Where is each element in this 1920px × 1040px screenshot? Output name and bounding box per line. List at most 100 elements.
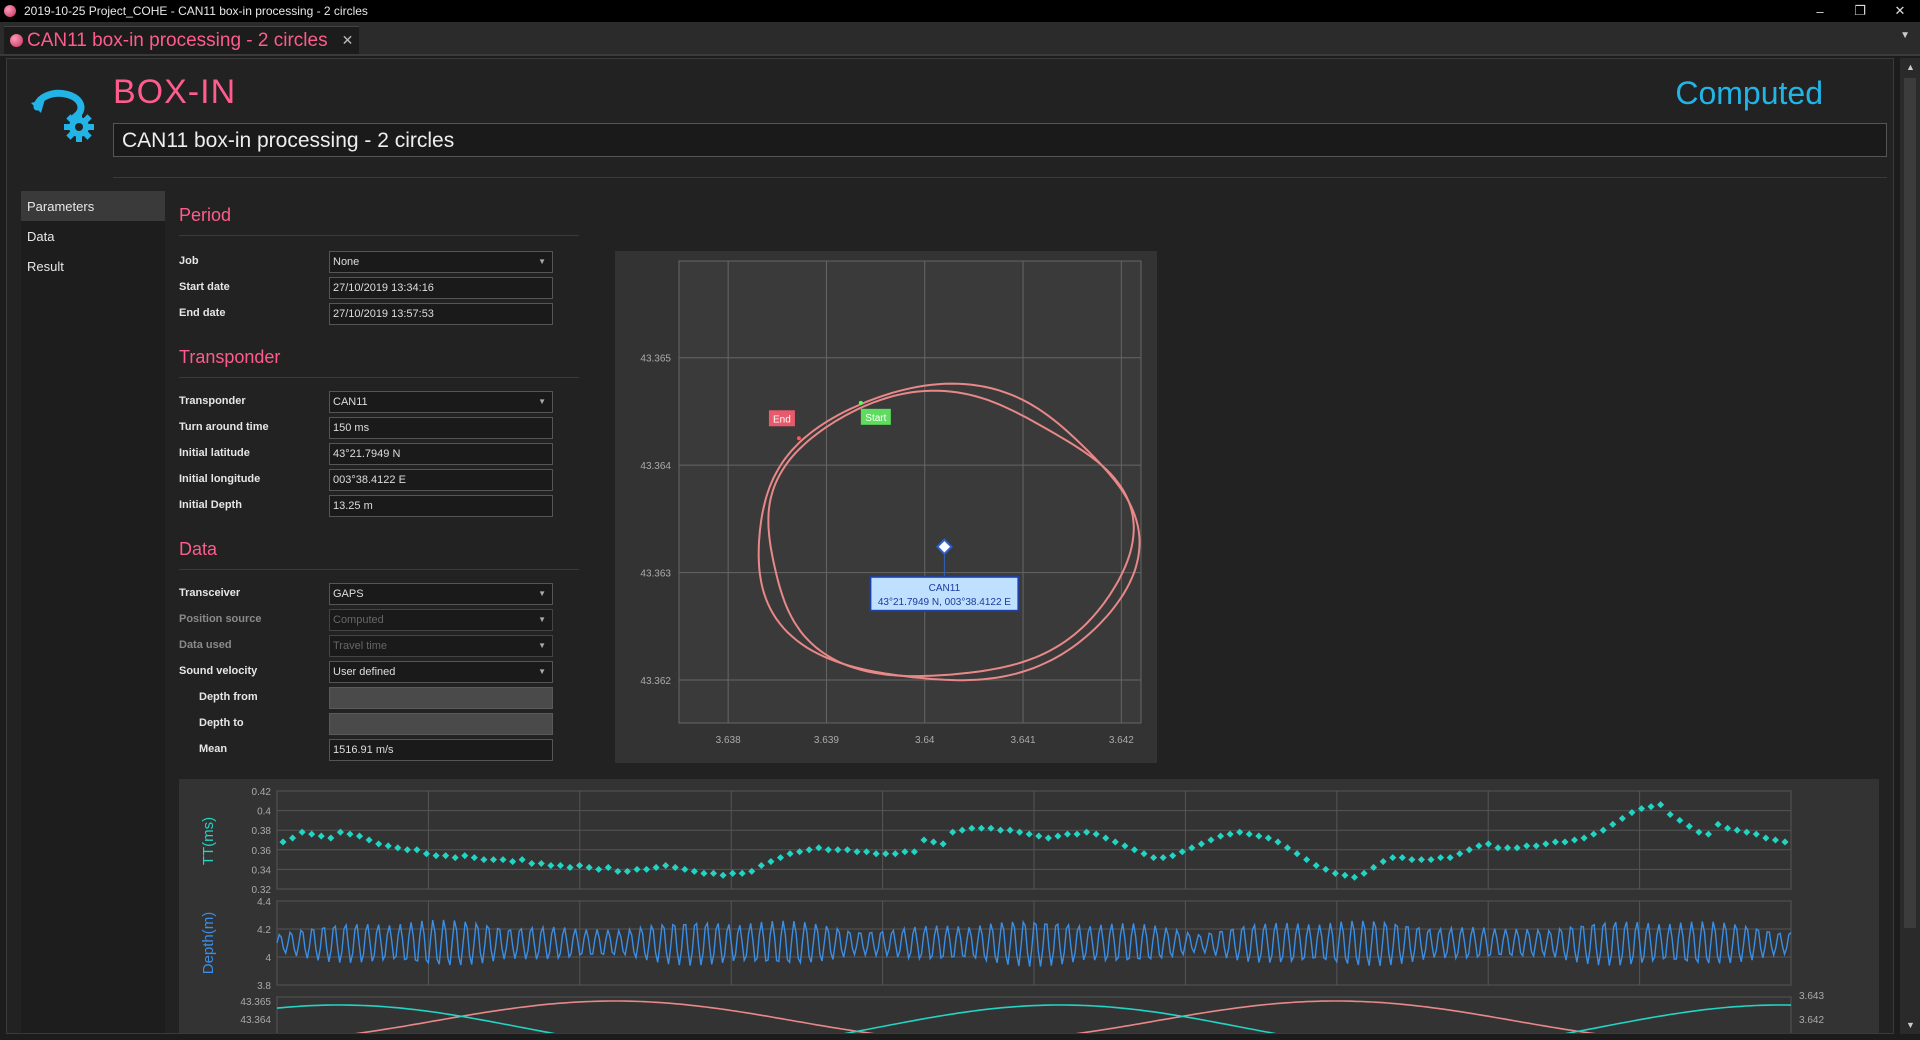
data-used-label: Data used bbox=[179, 639, 232, 651]
x-tick-label: 3.638 bbox=[716, 735, 741, 746]
position-source-value: Computed bbox=[333, 614, 384, 626]
section-divider bbox=[179, 235, 579, 236]
transponder-value: CAN11 bbox=[333, 396, 368, 408]
y-tick-label: 43.362 bbox=[640, 676, 671, 687]
scroll-down-icon[interactable]: ▼ bbox=[1906, 1020, 1915, 1030]
page-title: BOX-IN bbox=[113, 73, 237, 111]
chevron-down-icon: ▼ bbox=[538, 589, 546, 598]
tab-icon bbox=[10, 34, 23, 47]
nav-item-parameters[interactable]: Parameters bbox=[21, 191, 165, 221]
sidenav-background bbox=[21, 191, 165, 1033]
process-name-input[interactable]: CAN11 box-in processing - 2 circles bbox=[113, 123, 1887, 157]
minimize-button[interactable]: ‒ bbox=[1800, 0, 1840, 22]
section-divider bbox=[179, 377, 579, 378]
y-tick-label: 43.365 bbox=[640, 354, 671, 365]
end-date-input[interactable]: 27/10/2019 13:57:53 bbox=[329, 303, 553, 325]
mean-sound-velocity-input[interactable]: 1516.91 m/s bbox=[329, 739, 553, 761]
tab-close-icon[interactable]: ✕ bbox=[342, 32, 354, 49]
scroll-up-icon[interactable]: ▲ bbox=[1906, 62, 1915, 72]
x-tick-label: 3.639 bbox=[814, 735, 839, 746]
y-tick-label: 43.364 bbox=[640, 461, 671, 472]
timeseries-plot[interactable]: 0.42 0.4 0.38 0.36 0.34 0.32 TT(ms) 4.4 4.2 4 3.8 D… bbox=[179, 779, 1879, 1034]
transponder-tooltip-position: 43°21.7949 N, 003°38.4122 E bbox=[878, 597, 1011, 608]
transceiver-select[interactable]: GAPS ▼ bbox=[329, 583, 553, 605]
turn-around-time-label: Turn around time bbox=[179, 421, 269, 433]
transponder-select[interactable]: CAN11 ▼ bbox=[329, 391, 553, 413]
section-title-transponder: Transponder bbox=[179, 347, 281, 367]
initial-latitude-label: Initial latitude bbox=[179, 447, 250, 459]
tt-tick-label: 0.36 bbox=[252, 846, 272, 857]
scrollbar-thumb[interactable] bbox=[1904, 78, 1916, 928]
chevron-down-icon: ▼ bbox=[538, 257, 546, 266]
depth-axis-label: Depth(m) bbox=[200, 912, 217, 975]
vertical-scrollbar[interactable]: ▲ ▼ bbox=[1900, 58, 1920, 1034]
nav-item-result[interactable]: Result bbox=[21, 251, 165, 281]
tt-axis-label: TT(ms) bbox=[200, 817, 217, 865]
initial-latitude-input[interactable]: 43°21.7949 N bbox=[329, 443, 553, 465]
section-title-data: Data bbox=[179, 539, 218, 559]
position-tick-label: 43.364 bbox=[240, 1015, 271, 1026]
track-plot-panel: 3.638 3.639 3.64 3.641 3.642 43.365 43.364 43.3… bbox=[615, 251, 1157, 763]
close-window-button[interactable]: ✕ bbox=[1880, 0, 1920, 22]
position-source-label: Position source bbox=[179, 613, 262, 625]
app-icon bbox=[4, 5, 16, 17]
section-divider bbox=[179, 569, 579, 570]
depth-to-label: Depth to bbox=[199, 717, 244, 729]
section-title-period: Period bbox=[179, 205, 232, 225]
x-tick-label: 3.64 bbox=[915, 735, 935, 746]
chevron-down-icon: ▼ bbox=[538, 641, 546, 650]
start-label: Start bbox=[865, 413, 886, 424]
data-used-select: Travel time ▼ bbox=[329, 635, 553, 657]
sound-velocity-value: User defined bbox=[333, 666, 396, 678]
start-date-label: Start date bbox=[179, 281, 230, 293]
initial-depth-label: Initial Depth bbox=[179, 499, 242, 511]
main-panel: BOX-IN Computed CAN11 box-in processing … bbox=[6, 58, 1894, 1034]
header-divider bbox=[113, 177, 1887, 178]
initial-longitude-label: Initial longitude bbox=[179, 473, 261, 485]
transponder-tooltip-name: CAN11 bbox=[929, 583, 961, 594]
tt-tick-label: 0.34 bbox=[252, 865, 272, 876]
tt-tick-label: 0.42 bbox=[252, 787, 272, 798]
mean-label: Mean bbox=[199, 743, 228, 755]
job-select[interactable]: None ▼ bbox=[329, 251, 553, 273]
sound-velocity-select[interactable]: User defined ▼ bbox=[329, 661, 553, 683]
initial-depth-input[interactable]: 13.25 m bbox=[329, 495, 553, 517]
depth-from-label: Depth from bbox=[199, 691, 258, 703]
data-used-value: Travel time bbox=[333, 640, 387, 652]
status-label: Computed bbox=[1675, 75, 1823, 111]
depth-to-input bbox=[329, 713, 553, 735]
window-title: 2019-10-25 Project_COHE - CAN11 box-in p… bbox=[24, 4, 368, 18]
x-tick-label: 3.641 bbox=[1011, 735, 1036, 746]
tt-tick-label: 0.38 bbox=[252, 826, 272, 837]
tab-menu-icon[interactable]: ▼ bbox=[1900, 30, 1910, 41]
tab-bar: CAN11 box-in processing - 2 circles ✕ ▼ bbox=[0, 22, 1920, 56]
transceiver-label: Transceiver bbox=[179, 587, 241, 599]
start-date-input[interactable]: 27/10/2019 13:34:16 bbox=[329, 277, 553, 299]
depth-tick-label: 4 bbox=[265, 953, 271, 964]
boxin-logo-icon bbox=[31, 89, 94, 142]
turn-around-time-input[interactable]: 150 ms bbox=[329, 417, 553, 439]
side-nav: Parameters Data Result bbox=[21, 191, 165, 281]
nav-item-data[interactable]: Data bbox=[21, 221, 165, 251]
position-tick-label-right: 3.642 bbox=[1799, 1015, 1824, 1026]
depth-from-input bbox=[329, 687, 553, 709]
restore-button[interactable]: ❐ bbox=[1840, 0, 1880, 22]
chevron-down-icon: ▼ bbox=[538, 397, 546, 406]
timeseries-panel: 0.42 0.4 0.38 0.36 0.34 0.32 TT(ms) 4.4 4.2 4 3.8 D… bbox=[179, 779, 1879, 1034]
depth-tick-label: 4.2 bbox=[257, 925, 271, 936]
tab-boxin[interactable]: CAN11 box-in processing - 2 circles ✕ bbox=[4, 26, 360, 54]
y-tick-label: 43.363 bbox=[640, 569, 671, 580]
job-label: Job bbox=[179, 255, 199, 267]
end-label: End bbox=[773, 414, 791, 425]
tab-label: CAN11 box-in processing - 2 circles bbox=[27, 29, 328, 51]
end-point bbox=[796, 436, 801, 441]
transceiver-value: GAPS bbox=[333, 588, 364, 600]
track-plot[interactable]: 3.638 3.639 3.64 3.641 3.642 43.365 43.364 43.3… bbox=[615, 251, 1157, 763]
position-source-select: Computed ▼ bbox=[329, 609, 553, 631]
transponder-label: Transponder bbox=[179, 395, 246, 407]
depth-tick-label: 3.8 bbox=[257, 981, 271, 992]
chevron-down-icon: ▼ bbox=[538, 615, 546, 624]
plot-area bbox=[678, 260, 1142, 724]
tt-tick-label: 0.32 bbox=[252, 885, 272, 896]
initial-longitude-input[interactable]: 003°38.4122 E bbox=[329, 469, 553, 491]
